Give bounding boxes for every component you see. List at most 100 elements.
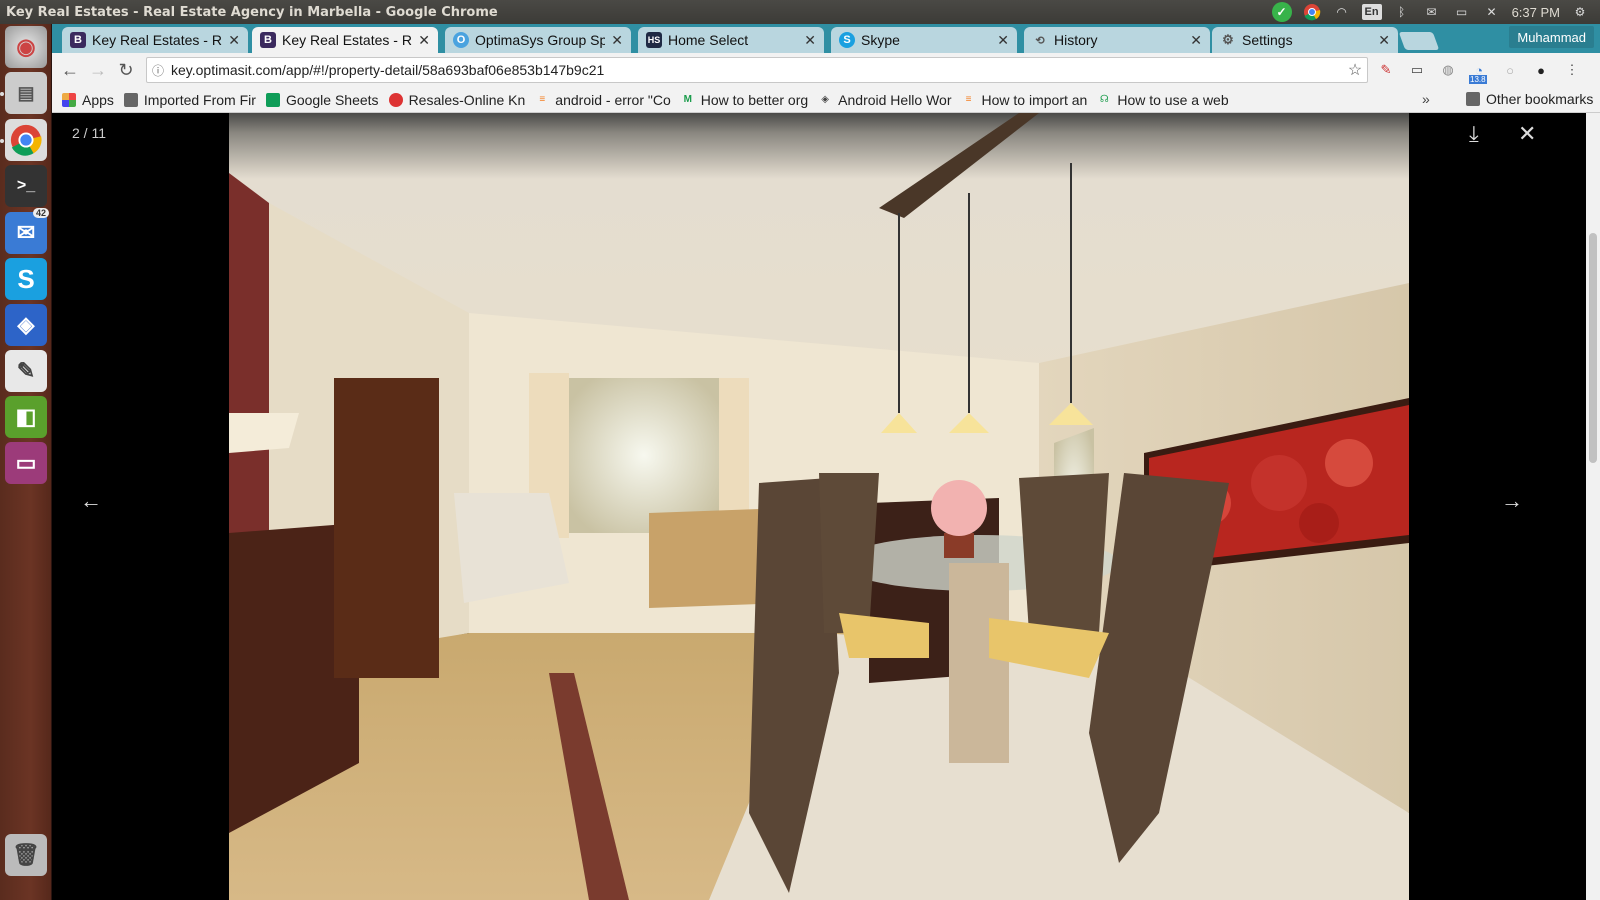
- scrollbar-thumb[interactable]: [1589, 233, 1597, 463]
- sheets-icon: [265, 92, 280, 107]
- folder-icon: [123, 92, 138, 107]
- thunderbird-icon[interactable]: ✉ 42: [5, 208, 49, 254]
- tab-optimasys[interactable]: O OptimaSys Group Sp ✕: [445, 27, 631, 53]
- extension-circle-icon[interactable]: ○: [1500, 60, 1520, 80]
- apps-grid-icon: [62, 92, 76, 107]
- bookmark-how-to-use[interactable]: ☊ How to use a web: [1097, 92, 1229, 108]
- bluetooth-icon[interactable]: ᛒ: [1392, 3, 1412, 21]
- image-lightbox: 2 / 11 ⤓ ✕ ← →: [52, 113, 1586, 900]
- new-tab-button[interactable]: [1398, 32, 1440, 50]
- battery-icon[interactable]: ▭: [1452, 3, 1472, 21]
- close-icon[interactable]: ✕: [1378, 32, 1390, 49]
- close-icon[interactable]: ✕: [804, 32, 816, 49]
- files-icon[interactable]: ▤: [5, 72, 47, 114]
- info-icon[interactable]: ⓘ: [147, 62, 169, 79]
- bookmarks-overflow-button[interactable]: »: [1422, 91, 1430, 107]
- extension-speed-icon[interactable]: 13.8 ◔: [1469, 60, 1489, 84]
- tab-skype[interactable]: S Skype ✕: [831, 27, 1017, 53]
- close-icon[interactable]: ✕: [611, 32, 623, 49]
- chrome-launcher-icon[interactable]: [5, 119, 47, 161]
- medium-icon: M: [683, 94, 692, 105]
- bookmark-how-to-better[interactable]: M How to better org: [681, 92, 809, 108]
- profile-button[interactable]: Muhammad: [1509, 26, 1594, 48]
- bookmarks-bar: Apps Imported From Fir Google Sheets Res…: [52, 87, 1600, 113]
- menu-dots-icon[interactable]: ⋮: [1562, 60, 1582, 80]
- trash-icon[interactable]: 🗑: [5, 834, 47, 876]
- running-indicator: [0, 92, 4, 96]
- stackoverflow-icon: ≡: [539, 94, 546, 105]
- bookmark-google-sheets[interactable]: Google Sheets: [265, 92, 379, 108]
- bookmark-android-error[interactable]: ≡ android - error "Co: [535, 92, 670, 108]
- tab-strip: B Key Real Estates - Re ✕ B Key Real Est…: [52, 24, 1600, 53]
- window-title: Key Real Estates - Real Estate Agency in…: [6, 4, 498, 20]
- skype-icon[interactable]: S: [5, 258, 47, 300]
- volume-muted-icon[interactable]: ✕: [1482, 3, 1502, 21]
- android-studio-icon[interactable]: ◧: [5, 396, 47, 438]
- favicon-icon: S: [839, 32, 855, 48]
- resales-icon: [388, 92, 403, 107]
- prev-arrow-icon[interactable]: ←: [80, 488, 102, 514]
- property-photo: [229, 113, 1409, 900]
- gear-icon[interactable]: ⚙: [1570, 3, 1590, 21]
- tab-label: Key Real Estates - Re: [282, 32, 413, 48]
- bookmark-imported[interactable]: Imported From Fir: [123, 92, 256, 108]
- forward-arrow-icon[interactable]: →: [84, 56, 112, 84]
- bookmark-android-hello[interactable]: ◈ Android Hello Wor: [818, 92, 951, 108]
- gear-icon: ⚙: [1222, 32, 1234, 47]
- unity-launcher: ◉ ▤ >_ ✉ 42 S ◈ ✎ ◧ ▭ 🗑: [0, 24, 52, 900]
- bookmark-how-to-import[interactable]: ≡ How to import an: [962, 92, 1088, 108]
- system-indicators: ✓ ◠ En ᛒ ✉ ▭ ✕ 6:37 PM ⚙: [1271, 2, 1600, 22]
- close-icon[interactable]: ✕: [997, 32, 1009, 49]
- tab-settings[interactable]: ⚙ Settings ✕: [1212, 27, 1398, 53]
- back-arrow-icon[interactable]: ←: [56, 56, 84, 84]
- clock[interactable]: 6:37 PM: [1512, 5, 1560, 20]
- close-icon[interactable]: ✕: [418, 32, 430, 49]
- other-bookmarks[interactable]: Other bookmarks: [1466, 91, 1593, 107]
- next-arrow-icon[interactable]: →: [1501, 488, 1523, 514]
- extension-badge: 13.8: [1469, 75, 1487, 84]
- ubuntu-dash-icon[interactable]: ◉: [5, 26, 47, 68]
- stackoverflow-icon: ≡: [965, 94, 972, 105]
- tab-history[interactable]: ⟲ History ✕: [1024, 27, 1210, 53]
- tab-key-real-estates-2[interactable]: B Key Real Estates - Re ✕: [252, 27, 438, 53]
- extension-pen-icon[interactable]: ✎: [1376, 60, 1396, 80]
- favicon-icon: B: [260, 32, 276, 48]
- history-icon: ⟲: [1035, 34, 1045, 47]
- keyboard-lang-indicator[interactable]: En: [1361, 4, 1382, 20]
- vertical-scrollbar[interactable]: [1586, 113, 1600, 900]
- browser-toolbar: ← → ↻ ⓘ key.optimasit.com/app/#!/propert…: [52, 53, 1600, 87]
- cast-icon[interactable]: ▭: [1407, 60, 1427, 80]
- tab-label: Key Real Estates - Re: [92, 32, 223, 48]
- chrome-icon[interactable]: [1302, 3, 1322, 21]
- running-indicator: [0, 139, 4, 143]
- tab-label: History: [1054, 32, 1098, 48]
- text-editor-icon[interactable]: ✎: [5, 350, 47, 392]
- virtualbox-icon[interactable]: ◈: [5, 304, 47, 346]
- android-icon: ☊: [1099, 94, 1109, 105]
- extension-dark-icon[interactable]: ●: [1531, 60, 1551, 80]
- diamond-icon: ◈: [821, 94, 829, 105]
- app-window-icon[interactable]: ▭: [5, 442, 47, 484]
- reload-icon[interactable]: ↻: [112, 56, 140, 84]
- bookmark-star-icon[interactable]: ☆: [1343, 60, 1367, 80]
- tab-home-select[interactable]: HS Home Select ✕: [638, 27, 824, 53]
- tab-label: Home Select: [668, 32, 749, 48]
- wifi-icon[interactable]: ◠: [1332, 3, 1352, 21]
- image-counter: 2 / 11: [72, 125, 106, 141]
- tab-key-real-estates-1[interactable]: B Key Real Estates - Re ✕: [62, 27, 248, 53]
- folder-icon: [1466, 92, 1480, 106]
- close-icon[interactable]: ✕: [228, 32, 240, 49]
- mail-icon[interactable]: ✉: [1422, 3, 1442, 21]
- bookmark-resales-online[interactable]: Resales-Online Kn: [388, 92, 525, 108]
- tab-label: OptimaSys Group Sp: [475, 32, 606, 48]
- favicon-icon: B: [70, 32, 86, 48]
- address-bar[interactable]: ⓘ key.optimasit.com/app/#!/property-deta…: [146, 57, 1368, 83]
- bookmark-apps[interactable]: Apps: [62, 92, 114, 108]
- close-icon[interactable]: ✕: [1190, 32, 1202, 49]
- terminal-icon[interactable]: >_: [5, 165, 47, 207]
- close-icon[interactable]: ✕: [1518, 121, 1536, 147]
- download-icon[interactable]: ⤓: [1469, 121, 1479, 147]
- url-text[interactable]: key.optimasit.com/app/#!/property-detail…: [169, 62, 1343, 78]
- check-icon[interactable]: ✓: [1271, 2, 1292, 22]
- globe-icon[interactable]: ◍: [1438, 60, 1458, 80]
